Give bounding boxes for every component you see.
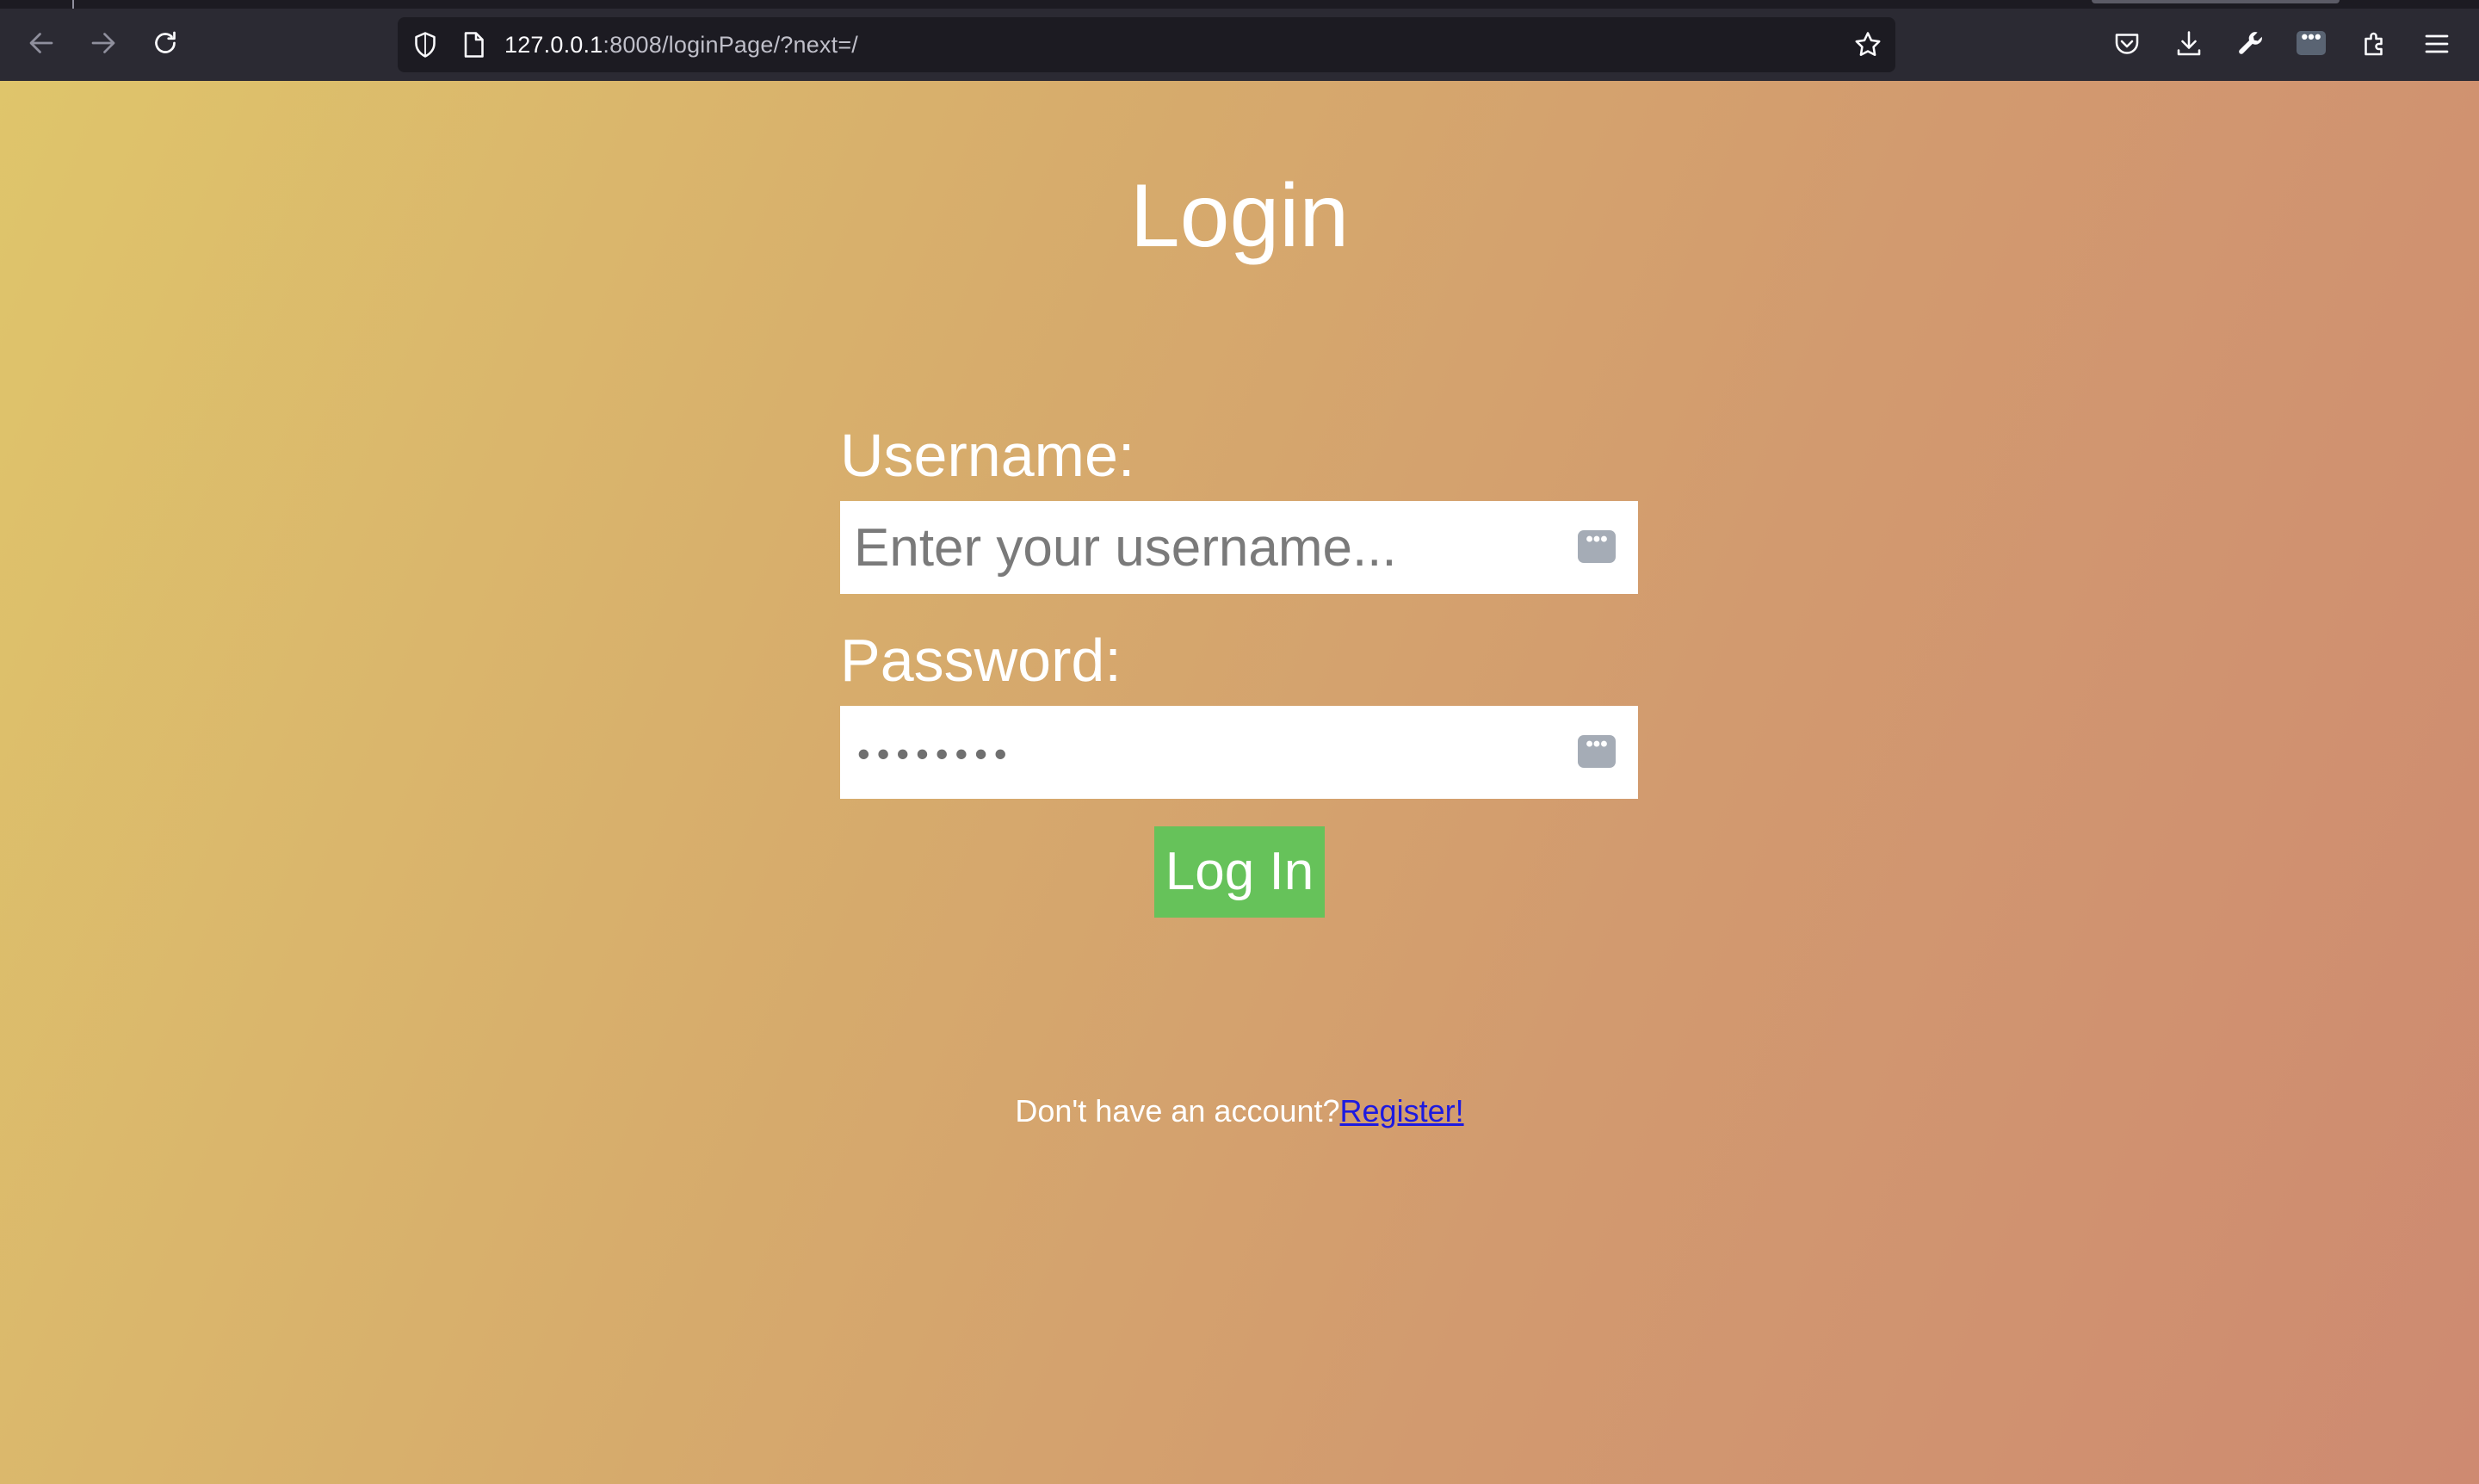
back-button[interactable] [24,26,59,60]
password-field[interactable]: •••••••• ••• [840,706,1638,799]
page-icon[interactable] [458,29,489,60]
password-manager-fill-icon[interactable]: ••• [1578,734,1616,768]
arrow-left-icon [29,33,53,53]
shield-icon[interactable] [410,29,441,60]
username-input[interactable] [840,501,1563,594]
page-title: Login [1129,166,1350,266]
register-link[interactable]: Register! [1340,1093,1464,1128]
address-bar[interactable]: 127.0.0.1:8008/loginPage/?next=/ [398,17,1895,72]
register-prompt-text: Don't have an account? [1015,1093,1340,1128]
password-manager-icon[interactable]: ••• [2297,28,2326,55]
reload-button[interactable] [148,26,182,60]
login-page: Login Username: ••• Password: •••••••• •… [0,81,2479,1484]
url-path: :8008/loginPage/?next=/ [603,32,858,58]
hamburger-menu-icon [2425,34,2449,53]
devtools-button[interactable] [2235,28,2267,60]
username-field[interactable]: ••• [840,501,1638,594]
puzzle-icon [2365,32,2383,56]
tab-separator [72,0,74,9]
register-prompt: Don't have an account?Register! [0,1092,2479,1130]
password-manager-fill-icon[interactable]: ••• [1578,529,1616,563]
active-tab-indicator[interactable] [2092,0,2340,3]
login-button[interactable]: Log In [1154,826,1325,918]
pocket-button[interactable] [2111,28,2143,60]
downloads-button[interactable] [2173,28,2205,60]
url-host: 127.0.0.1 [504,32,603,58]
browser-toolbar: 127.0.0.1:8008/loginPage/?next=/ ••• [0,0,2479,81]
star-icon[interactable] [1852,29,1883,60]
app-menu-button[interactable] [2420,28,2453,60]
password-label: Password: [840,627,1122,694]
extensions-button[interactable] [2358,28,2391,60]
username-label: Username: [840,422,1135,489]
download-icon [2177,31,2201,56]
forward-button[interactable] [86,26,121,60]
pocket-icon [2115,34,2139,54]
reload-icon [155,31,176,53]
browser-window: 127.0.0.1:8008/loginPage/?next=/ ••• Log… [0,0,2479,1484]
url-text[interactable]: 127.0.0.1:8008/loginPage/?next=/ [504,28,858,61]
password-input[interactable]: •••••••• [857,736,1014,772]
arrow-right-icon [91,33,115,53]
wrench-icon [2239,32,2262,54]
